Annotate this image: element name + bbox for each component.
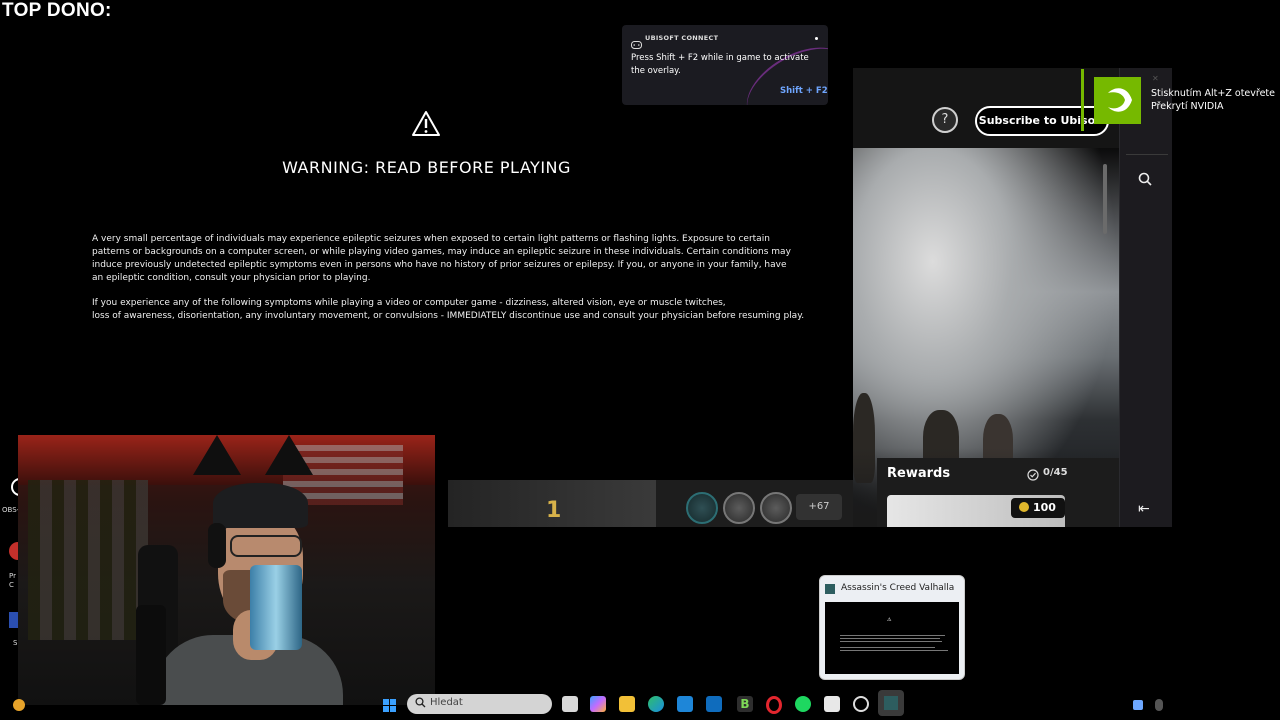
warning-title: WARNING: READ BEFORE PLAYING xyxy=(282,158,571,177)
taskbar: Hledat B xyxy=(0,690,1280,720)
nvidia-message: Stisknutím Alt+Z otevřete Překrytí NVIDI… xyxy=(1151,88,1275,112)
outlook-icon[interactable] xyxy=(706,696,722,712)
achievements-panel[interactable]: +67 xyxy=(656,480,853,527)
game-warning-window: WARNING: READ BEFORE PLAYING A very smal… xyxy=(0,68,853,480)
streamer-glasses xyxy=(230,535,302,557)
webcam-feed xyxy=(18,435,435,705)
reward-points: 100 xyxy=(1033,501,1056,514)
game-app-icon[interactable] xyxy=(824,696,840,712)
ubisoft-launcher-window: ? Subscribe to Ubisoft ⇤ Rewards 0/45 10… xyxy=(853,68,1172,527)
rewards-panel[interactable]: Rewards 0/45 100 xyxy=(877,458,1119,527)
more-achievements-button[interactable]: +67 xyxy=(796,494,842,520)
streamer-cup xyxy=(250,565,302,650)
reward-points-badge: 100 xyxy=(1011,498,1065,518)
warning-line: patterns or backgrounds on a computer sc… xyxy=(92,247,791,257)
coin-icon xyxy=(1019,502,1029,512)
search-placeholder: Hledat xyxy=(430,697,463,708)
store-icon[interactable] xyxy=(677,696,693,712)
warning-paragraph-1: A very small percentage of individuals m… xyxy=(92,233,792,285)
microphone-icon[interactable] xyxy=(1155,699,1163,711)
thumbnail-warning-icon: ⚠ xyxy=(887,617,892,623)
webcam-shelf xyxy=(28,480,148,640)
streamer-headset xyxy=(208,523,226,568)
warning-line: an epileptic condition, consult your phy… xyxy=(92,273,371,283)
reward-card[interactable]: 100 xyxy=(887,495,1065,527)
ubisoft-connect-toast[interactable]: UBISOFT CONNECT Press Shift + F2 while i… xyxy=(622,25,828,105)
achievement-badge[interactable] xyxy=(686,492,718,524)
taskbar-window-preview[interactable]: Assassin's Creed Valhalla ⚠ xyxy=(819,575,965,680)
achievement-badge[interactable] xyxy=(760,492,792,524)
close-icon[interactable]: ✕ xyxy=(1152,74,1159,83)
toast-message: Press Shift + F2 while in game to activa… xyxy=(631,53,809,76)
warning-icon xyxy=(411,110,441,141)
copilot-icon[interactable] xyxy=(590,696,606,712)
sidebar-divider xyxy=(1126,154,1168,155)
thumbnail-text-line xyxy=(840,641,942,642)
rank-value: 1 xyxy=(546,498,562,523)
warning-paragraph-2: If you experience any of the following s… xyxy=(92,297,805,323)
edge-icon[interactable] xyxy=(648,696,664,712)
windows-start-icon[interactable] xyxy=(383,699,397,713)
desktop-icon-label: S xyxy=(13,639,18,647)
preview-title: Assassin's Creed Valhalla xyxy=(841,583,955,593)
preview-thumbnail[interactable]: ⚠ xyxy=(825,602,959,674)
task-view-icon[interactable] xyxy=(562,696,578,712)
launcher-stats-strip: 1 +67 xyxy=(448,480,853,527)
desktop-icon-label: OBS- xyxy=(2,506,20,514)
thumbnail-text-line xyxy=(840,635,945,636)
toast-dismiss-dot[interactable] xyxy=(815,37,818,40)
help-button[interactable]: ? xyxy=(932,107,958,133)
opera-icon[interactable] xyxy=(766,696,782,714)
achievement-badge[interactable] xyxy=(723,492,755,524)
thumbnail-text-line xyxy=(840,638,940,639)
rewards-count: 0/45 xyxy=(1043,467,1068,478)
b-app-icon[interactable]: B xyxy=(737,696,753,712)
active-app-highlight[interactable] xyxy=(878,690,904,716)
controller-icon xyxy=(631,34,642,53)
taskbar-search-box[interactable]: Hledat xyxy=(407,694,552,714)
thumbnail-text-line xyxy=(840,650,948,651)
scrollbar-thumb[interactable] xyxy=(1103,164,1107,234)
collapse-sidebar-icon[interactable]: ⇤ xyxy=(1138,501,1150,517)
launcher-sidebar xyxy=(1119,68,1172,527)
rewards-title: Rewards xyxy=(887,466,951,481)
valhalla-icon xyxy=(884,696,898,710)
obs-icon[interactable] xyxy=(853,696,869,712)
rewards-check-icon xyxy=(1027,466,1039,485)
search-icon xyxy=(415,697,426,711)
top-donor-label: TOP DONO: xyxy=(2,0,112,21)
desktop-icon-label: Pr C xyxy=(9,572,16,589)
warning-line: If you experience any of the following s… xyxy=(92,298,726,308)
valhalla-icon xyxy=(825,584,835,594)
toast-brand: UBISOFT CONNECT xyxy=(645,34,719,42)
weather-icon[interactable] xyxy=(13,699,25,711)
warning-line: A very small percentage of individuals m… xyxy=(92,234,770,244)
warning-line: loss of awareness, disorientation, any i… xyxy=(92,311,805,321)
folder-icon[interactable] xyxy=(619,696,635,712)
toast-shortcut: Shift + F2 xyxy=(780,86,828,96)
subscribe-button[interactable]: Subscribe to Ubisoft xyxy=(975,106,1109,136)
tray-app-icon[interactable] xyxy=(1133,700,1143,710)
nvidia-accent-bar xyxy=(1081,69,1084,131)
spotify-icon[interactable] xyxy=(795,696,811,712)
nvidia-logo-icon xyxy=(1094,77,1141,124)
thumbnail-text-line xyxy=(840,647,935,648)
streamer-cap xyxy=(213,483,308,528)
warning-line: induce previously undetected epileptic s… xyxy=(92,260,787,270)
search-icon[interactable] xyxy=(1138,172,1152,190)
